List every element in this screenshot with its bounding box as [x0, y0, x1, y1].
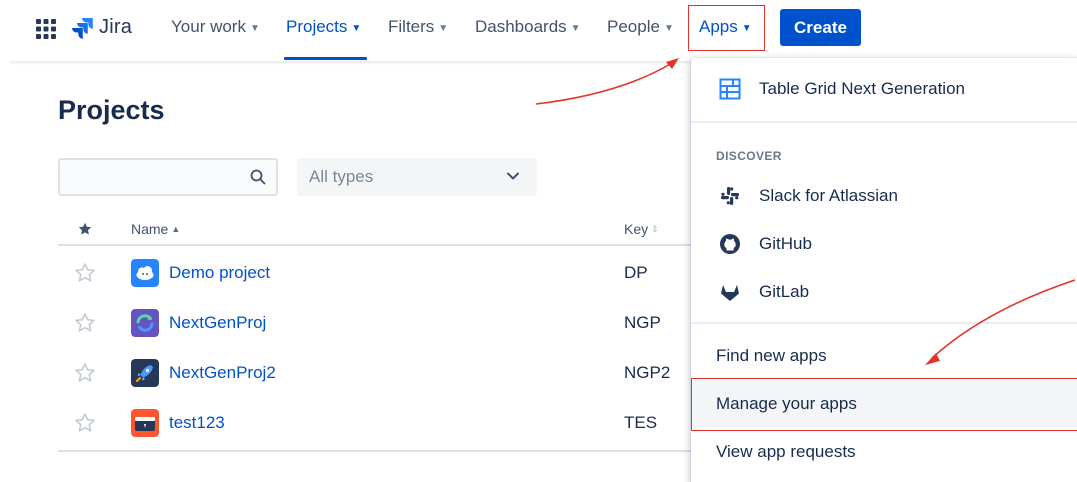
nav-filters-label: Filters: [388, 17, 435, 36]
project-name-link[interactable]: test123: [169, 413, 225, 433]
table-row: Demo project DP: [58, 248, 758, 298]
project-search: [58, 158, 278, 196]
gitlab-icon: [721, 285, 739, 301]
project-name-link[interactable]: NextGenProj: [169, 313, 266, 333]
menu-action-label: View app requests: [716, 442, 856, 461]
chevron-down-icon: ▼: [438, 22, 449, 34]
discover-heading: DISCOVER: [716, 149, 782, 163]
window-avatar-icon: [131, 409, 159, 437]
nav-your-work[interactable]: Your work ▼: [171, 17, 260, 37]
column-key-label: Key: [624, 221, 649, 237]
github-icon: [720, 234, 740, 254]
app-label: Slack for Atlassian: [759, 186, 898, 205]
chevron-down-icon: ▼: [663, 22, 674, 34]
app-label: GitHub: [759, 234, 812, 253]
slack-icon: [721, 187, 739, 205]
column-header-key[interactable]: Key ⇕: [624, 221, 659, 237]
chevron-down-icon: [507, 172, 519, 180]
app-github[interactable]: GitHub: [691, 220, 1077, 268]
star-outline-icon[interactable]: [74, 312, 96, 334]
type-select-value: All types: [309, 167, 374, 186]
menu-separator: [691, 121, 1077, 123]
nav-people[interactable]: People ▼: [607, 17, 674, 37]
chevron-down-icon: ▼: [570, 22, 581, 34]
chevron-down-icon: ▼: [249, 22, 260, 34]
app-table-grid[interactable]: Table Grid Next Generation: [691, 65, 1077, 113]
star-outline-icon[interactable]: [74, 362, 96, 384]
table-grid-icon: [719, 78, 741, 100]
nav-projects-label: Projects: [286, 17, 348, 36]
project-key: NGP2: [624, 363, 671, 382]
cloud-avatar-icon: [131, 259, 159, 287]
logo-text: Jira: [99, 16, 133, 38]
view-app-requests-item[interactable]: View app requests: [691, 428, 1077, 476]
project-name-link[interactable]: Demo project: [169, 263, 270, 283]
app-switcher-icon[interactable]: [36, 19, 56, 39]
refresh-avatar-icon: [131, 309, 159, 337]
project-name-link[interactable]: NextGenProj2: [169, 363, 276, 383]
create-button[interactable]: Create: [780, 9, 861, 46]
nav-filters[interactable]: Filters ▼: [388, 17, 448, 37]
star-column-icon: [78, 222, 92, 235]
menu-separator: [691, 322, 1077, 324]
table-bottom-divider: [58, 450, 758, 452]
find-new-apps-item[interactable]: Find new apps: [691, 332, 1077, 380]
table-row: NextGenProj2 NGP2: [58, 348, 758, 398]
app-slack[interactable]: Slack for Atlassian: [691, 172, 1077, 220]
app-gitlab[interactable]: GitLab: [691, 268, 1077, 316]
project-key: TES: [624, 413, 658, 432]
nav-dashboards[interactable]: Dashboards ▼: [475, 17, 581, 37]
sort-unsorted-icon: ⇕: [651, 223, 659, 234]
nav-projects[interactable]: Projects ▼: [286, 17, 361, 37]
column-header-name[interactable]: Name ▲: [131, 221, 180, 237]
table-row: test123 TES: [58, 398, 758, 448]
apps-dropdown-menu: Table Grid Next Generation DISCOVER Slac…: [691, 58, 1077, 482]
apps-highlight-box: [688, 5, 765, 51]
app-label: GitLab: [759, 282, 810, 301]
app-label: Table Grid Next Generation: [759, 79, 965, 98]
chevron-down-icon: ▼: [351, 22, 362, 34]
column-name-label: Name: [131, 221, 169, 237]
nav-your-work-label: Your work: [171, 17, 246, 36]
menu-action-label: Find new apps: [716, 346, 827, 365]
active-tab-indicator: [284, 57, 367, 60]
star-outline-icon[interactable]: [74, 412, 96, 434]
menu-action-label: Manage your apps: [716, 394, 857, 413]
jira-logo-icon: [72, 17, 93, 39]
nav-people-label: People: [607, 17, 660, 36]
project-key: NGP: [624, 313, 661, 332]
top-navigation: Jira Your work ▼ Projects ▼ Filters ▼ Da…: [0, 0, 1077, 60]
star-outline-icon[interactable]: [74, 262, 96, 284]
page-title: Projects: [58, 95, 165, 125]
rocket-avatar-icon: [131, 359, 159, 387]
nav-dashboards-label: Dashboards: [475, 17, 567, 36]
table-row: NextGenProj NGP: [58, 298, 758, 348]
project-type-select[interactable]: All types: [297, 158, 537, 196]
table-header-divider: [58, 244, 758, 246]
sort-ascending-icon: ▲: [171, 224, 181, 234]
jira-logo[interactable]: Jira: [71, 16, 132, 39]
project-key: DP: [624, 263, 648, 282]
search-icon[interactable]: [250, 169, 266, 185]
manage-your-apps-item[interactable]: Manage your apps: [691, 380, 1077, 428]
search-input[interactable]: [60, 160, 276, 194]
